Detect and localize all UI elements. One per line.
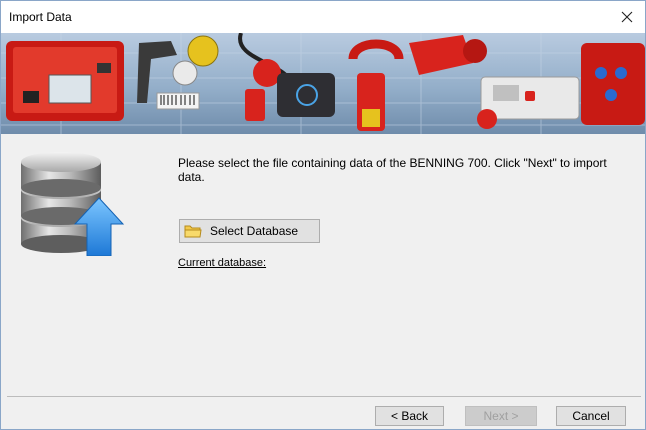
title-bar: Import Data — [1, 1, 645, 33]
footer-divider — [7, 396, 641, 397]
current-database-link[interactable]: Current database: — [178, 257, 266, 269]
next-button[interactable]: Next > — [465, 406, 537, 426]
database-upload-icon — [21, 152, 125, 256]
close-button[interactable] — [609, 1, 645, 33]
content-area: Please select the file containing data o… — [1, 134, 645, 396]
select-database-button[interactable]: Select Database — [179, 219, 320, 243]
product-banner — [1, 33, 645, 134]
back-button[interactable]: < Back — [375, 406, 444, 426]
window-title: Import Data — [9, 10, 72, 24]
product-banner-illustration — [1, 33, 645, 134]
select-database-label: Select Database — [210, 224, 299, 238]
instructions-text: Please select the file containing data o… — [178, 156, 607, 184]
import-data-dialog: Import Data Please select the file conta… — [0, 0, 646, 430]
cancel-button[interactable]: Cancel — [556, 406, 626, 426]
folder-icon — [184, 224, 202, 238]
close-icon — [621, 11, 633, 23]
